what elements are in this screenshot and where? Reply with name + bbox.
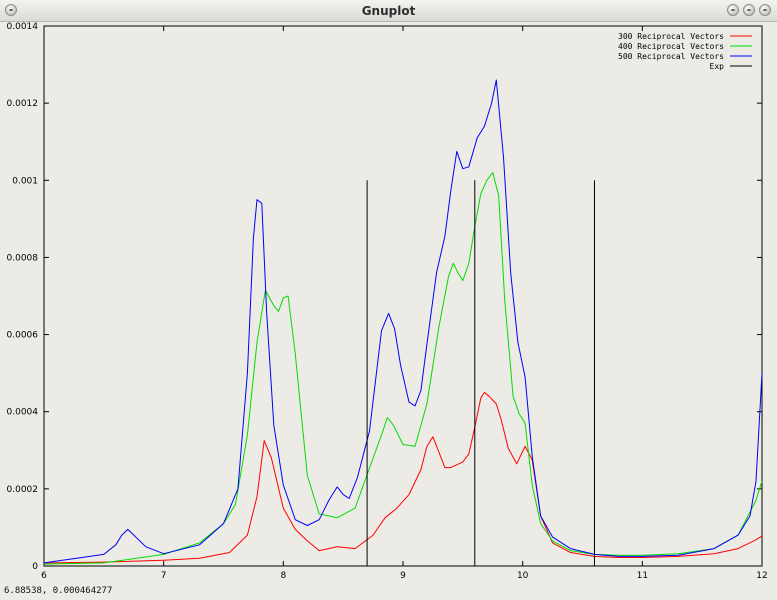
window-title: Gnuplot	[361, 4, 416, 18]
series-line-2	[43, 79, 763, 564]
y-axis: 0 0.0002 0.0004 0.0006 0.0008 0.001 0.0012 0.00…	[7, 22, 762, 572]
y-tick-label: 0.0014	[7, 22, 39, 32]
minimize-button[interactable]	[727, 4, 739, 16]
y-tick-label: 0.0012	[7, 99, 39, 109]
x-tick-label: 6	[41, 571, 47, 581]
window-titlebar: Gnuplot	[0, 0, 777, 22]
x-tick-label: 9	[400, 571, 406, 581]
y-tick-label: 0	[32, 562, 38, 572]
y-tick-label: 0.0002	[7, 485, 39, 495]
maximize-button[interactable]	[743, 4, 755, 16]
y-tick-label: 0.0006	[7, 331, 39, 341]
plot-frame	[43, 25, 763, 567]
legend-entry-label: 400 Reciprocal Vectors	[618, 42, 724, 51]
series-layer	[43, 79, 763, 566]
y-tick-label: 0.0004	[7, 408, 39, 418]
y-tick-label: 0.0008	[7, 253, 39, 263]
y-tick-label: 0.001	[12, 176, 38, 186]
legend-entry-label: Exp	[710, 62, 725, 71]
legend-entry-label: 500 Reciprocal Vectors	[618, 52, 724, 61]
x-tick-label: 12	[756, 571, 767, 581]
x-tick-label: 10	[517, 571, 529, 581]
legend-entry-label: 300 Reciprocal Vectors	[618, 32, 724, 41]
plot-canvas[interactable]: 0 0.0002 0.0004 0.0006 0.0008 0.001 0.0012 0.00…	[0, 22, 777, 582]
x-tick-label: 8	[280, 571, 286, 581]
series-line-0	[43, 391, 763, 564]
series-line-1	[43, 172, 763, 565]
x-tick-label: 11	[637, 571, 648, 581]
legend: 300 Reciprocal Vectors400 Reciprocal Vec…	[618, 32, 752, 71]
coordinate-readout: 6.88538, 0.000464277	[4, 586, 113, 596]
x-tick-label: 7	[161, 571, 167, 581]
close-button[interactable]	[759, 4, 771, 16]
x-axis: 6 7 8 9 10 11 12	[41, 26, 768, 581]
